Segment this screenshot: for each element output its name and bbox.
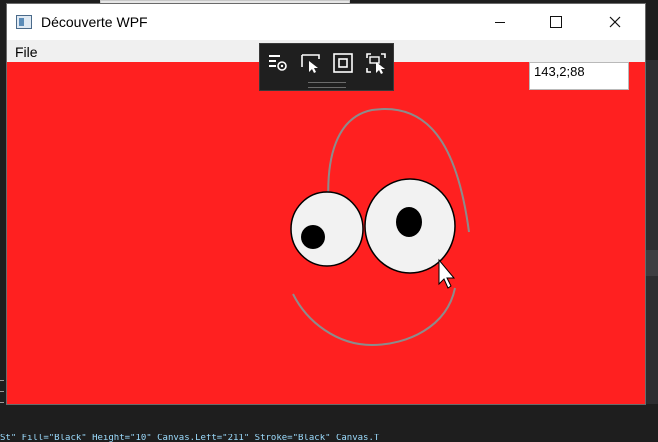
toolbar-drag-handle[interactable] (308, 82, 346, 88)
track-focus-icon (366, 53, 386, 74)
minimize-button[interactable] (477, 4, 523, 40)
track-focus-button[interactable] (364, 51, 388, 75)
mouth-curve (292, 287, 456, 347)
visual-tree-button[interactable] (266, 51, 290, 75)
background-code-line: St" Fill="Black" Height="10" Canvas.Left… (0, 434, 380, 442)
close-button[interactable] (592, 4, 638, 40)
right-pupil (396, 207, 422, 237)
display-layout-adorners-icon (333, 53, 353, 73)
select-element-icon (301, 54, 320, 73)
left-eye (290, 191, 364, 267)
title-bar[interactable]: Découverte WPF (7, 4, 645, 40)
background-ide-panel (645, 60, 658, 442)
menu-item-file[interactable]: File (15, 44, 38, 60)
left-pupil (301, 225, 325, 249)
mouse-cursor-icon (438, 258, 456, 289)
select-element-button[interactable] (299, 51, 323, 75)
window-title: Découverte WPF (41, 14, 148, 30)
face-drawing (290, 108, 470, 347)
maximize-icon (550, 16, 562, 28)
display-layout-adorners-button[interactable] (331, 51, 355, 75)
app-window-icon (16, 15, 32, 29)
visual-tree-icon (269, 55, 287, 71)
drawing-canvas[interactable]: 143,2;88 (7, 62, 645, 404)
maximize-button[interactable] (533, 4, 579, 40)
xaml-debug-toolbar (259, 43, 394, 91)
close-icon (609, 16, 621, 28)
minimize-icon (495, 21, 505, 23)
